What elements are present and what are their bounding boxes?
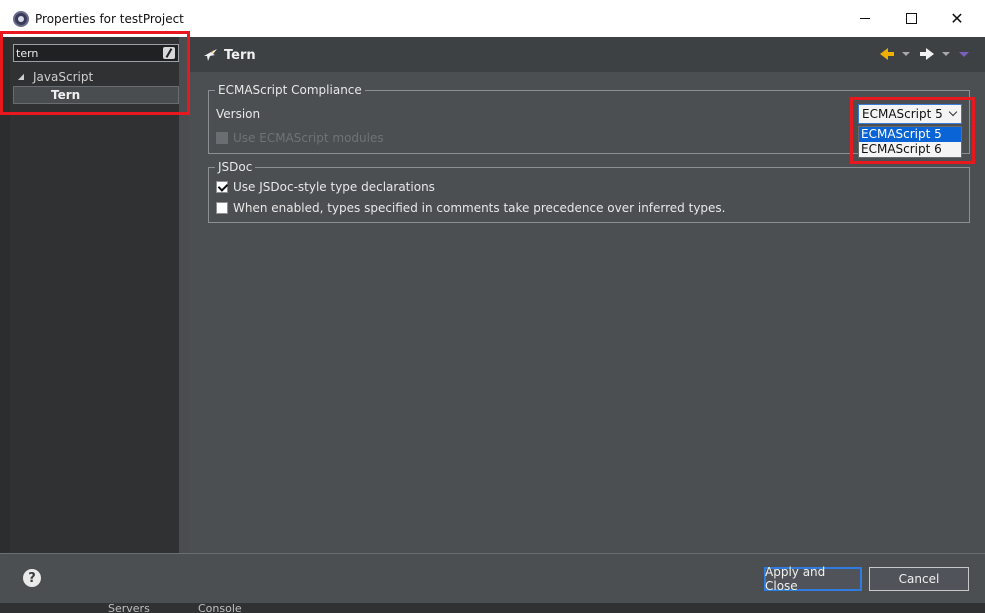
jsdoc-type-declarations-option[interactable]: Use JSDoc-style type declarations [216,180,435,194]
close-icon[interactable]: ✕ [934,0,980,37]
apply-and-close-button[interactable]: Apply and Close [764,565,862,593]
forward-arrow-icon[interactable] [920,46,934,62]
view-menu-icon[interactable] [959,46,969,62]
back-menu-icon[interactable] [902,46,910,62]
page-title: Tern [224,48,256,63]
window-title: Properties for testProject [35,12,184,26]
background-tab-servers: Servers [108,603,150,613]
minimize-icon[interactable] [842,0,888,37]
background-tab-console: Console [198,603,242,613]
jsdoc-precedence-label[interactable]: When enabled, types specified in comment… [233,201,726,215]
jsdoc-type-declarations-label[interactable]: Use JSDoc-style type declarations [233,180,435,194]
jsdoc-type-declarations-checkbox[interactable] [216,181,228,193]
version-label: Version [216,107,261,121]
highlight-box-version [850,97,975,164]
group-legend: JSDoc [215,160,256,174]
highlight-box-filter [0,31,190,115]
maximize-icon[interactable] [888,0,934,37]
tern-bird-icon [204,49,217,61]
help-icon[interactable]: ? [23,569,41,587]
eclipse-icon [13,11,29,27]
jsdoc-precedence-checkbox[interactable] [216,202,228,214]
cancel-button[interactable]: Cancel [869,567,969,591]
jsdoc-precedence-option[interactable]: When enabled, types specified in comment… [216,201,726,215]
use-modules-checkbox [216,132,228,144]
group-legend: ECMAScript Compliance [215,83,365,97]
forward-menu-icon[interactable] [942,46,950,62]
page-header: Tern [189,37,985,72]
back-arrow-icon[interactable] [880,46,894,62]
use-modules-label: Use ECMAScript modules [233,131,384,145]
use-modules-option: Use ECMAScript modules [216,131,384,145]
